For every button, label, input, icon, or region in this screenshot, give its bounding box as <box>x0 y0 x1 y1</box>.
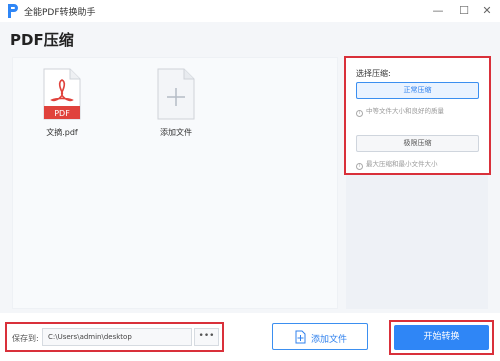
page-title: PDF压缩 <box>10 31 74 49</box>
add-file-label: 添加文件 <box>160 128 192 137</box>
extreme-compression-button[interactable]: 极限压缩 <box>356 135 479 152</box>
start-convert-button[interactable]: 开始转换 <box>394 325 489 350</box>
normal-hint-text: 中等文件大小和良好的质量 <box>366 107 444 115</box>
title-bar: 全能PDF转换助手 — ☐ ✕ <box>0 0 500 22</box>
save-location: 保存到: C:\Users\admin\desktop ••• <box>5 322 224 352</box>
app-title: 全能PDF转换助手 <box>24 8 96 18</box>
save-path-input[interactable]: C:\Users\admin\desktop <box>42 328 192 346</box>
extreme-hint-text: 最大压缩和最小文件大小 <box>366 160 438 168</box>
normal-compression-hint: i 中等文件大小和良好的质量 <box>356 105 444 117</box>
extreme-compression-hint: i 最大压缩和最小文件大小 <box>356 158 438 170</box>
save-label: 保存到: <box>12 334 39 343</box>
info-icon: i <box>356 163 363 170</box>
file-name: 文摘.pdf <box>46 128 78 137</box>
start-convert-wrapper: 开始转换 <box>389 320 494 355</box>
pdf-badge-label: PDF <box>54 109 70 118</box>
normal-compression-button[interactable]: 正常压缩 <box>356 82 479 99</box>
info-icon: i <box>356 110 363 117</box>
add-file-button[interactable]: 添加文件 <box>272 323 368 350</box>
app-logo-icon <box>8 4 18 18</box>
pdf-file-icon: PDF <box>43 68 81 120</box>
add-file-tile[interactable]: 添加文件 <box>141 68 211 138</box>
browse-button[interactable]: ••• <box>194 328 219 346</box>
maximize-button[interactable]: ☐ <box>455 2 473 20</box>
compression-options: 选择压缩: 正常压缩 i 中等文件大小和良好的质量 极限压缩 i 最大压缩和最小文件… <box>344 56 491 175</box>
add-file-button-label: 添加文件 <box>311 335 348 345</box>
file-list-area[interactable]: PDF 文摘.pdf 添加文件 <box>12 57 338 309</box>
options-heading: 选择压缩: <box>356 69 391 78</box>
add-file-icon <box>295 330 306 344</box>
file-item[interactable]: PDF 文摘.pdf <box>27 68 97 138</box>
minimize-button[interactable]: — <box>429 2 447 20</box>
close-button[interactable]: ✕ <box>478 2 496 20</box>
add-file-icon <box>157 68 195 120</box>
